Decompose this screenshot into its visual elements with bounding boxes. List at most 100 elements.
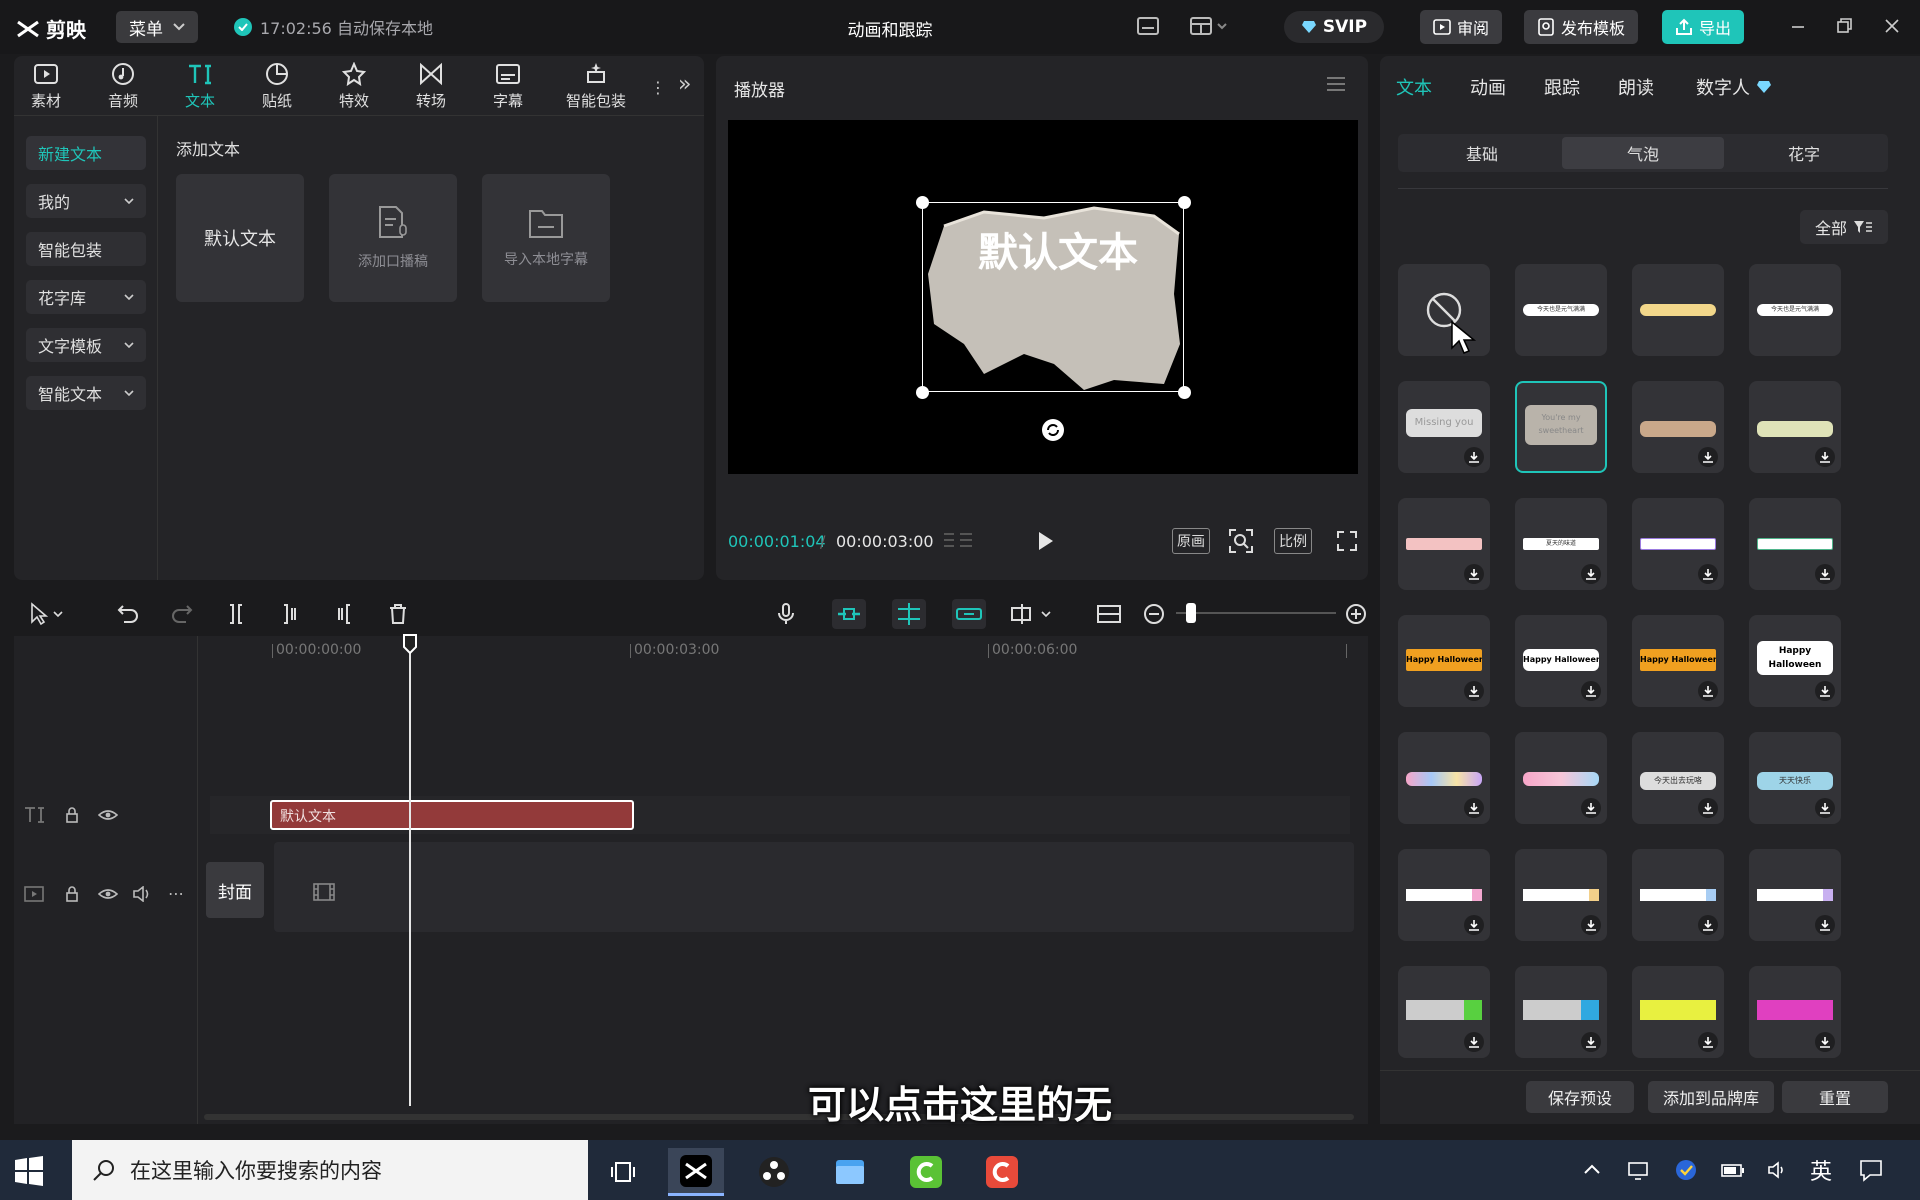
lock-icon[interactable]	[64, 885, 80, 903]
more-icon[interactable]: ⋯	[168, 884, 184, 903]
camtasia-taskbar-icon[interactable]	[898, 1148, 954, 1196]
tray-volume-icon[interactable]	[1766, 1158, 1790, 1182]
preview-axis-icon[interactable]	[1010, 602, 1054, 626]
bubble-item[interactable]	[1632, 264, 1724, 356]
layout-icon[interactable]	[1190, 15, 1227, 39]
reset-button[interactable]: 重置	[1782, 1081, 1888, 1113]
bubble-item[interactable]	[1398, 849, 1490, 941]
trim-left-icon[interactable]	[278, 602, 302, 626]
review-button[interactable]: 审阅	[1420, 10, 1502, 44]
segment-fancy[interactable]: 花字	[1723, 137, 1885, 169]
bubble-item[interactable]	[1398, 732, 1490, 824]
tab-tracking[interactable]: 跟踪	[1544, 74, 1580, 100]
timeline-thumbnail-icon[interactable]	[1096, 602, 1121, 626]
tab-animation[interactable]: 动画	[1470, 74, 1506, 100]
ratio-button[interactable]: 比例	[1274, 528, 1312, 554]
tab-text[interactable]: 文本	[1396, 74, 1432, 100]
menu-button[interactable]: 菜单	[116, 11, 198, 43]
svip-button[interactable]: SVIP	[1284, 11, 1384, 43]
file-explorer-taskbar-icon[interactable]	[822, 1148, 878, 1196]
minimize-icon[interactable]	[1788, 16, 1810, 38]
download-icon[interactable]	[1698, 681, 1718, 701]
bubble-item[interactable]: 今天出去玩咯	[1632, 732, 1724, 824]
volume-icon[interactable]	[132, 886, 152, 902]
bubble-item[interactable]: Happy Halloween	[1749, 615, 1841, 707]
download-icon[interactable]	[1815, 681, 1835, 701]
download-icon[interactable]	[1464, 681, 1484, 701]
download-icon[interactable]	[1698, 564, 1718, 584]
tab-caption[interactable]: 字幕	[476, 62, 540, 111]
bubble-item[interactable]	[1515, 966, 1607, 1058]
more-dots-icon[interactable]: ⋮	[650, 78, 666, 97]
sidebar-item-text-template[interactable]: 文字模板	[26, 328, 146, 362]
tab-transition[interactable]: 转场	[399, 62, 463, 111]
bubble-item[interactable]: Happy Halloween	[1515, 615, 1607, 707]
windows-start-icon[interactable]	[12, 1154, 46, 1188]
undo-icon[interactable]	[116, 602, 140, 626]
task-view-icon[interactable]	[596, 1148, 652, 1196]
download-icon[interactable]	[1581, 915, 1601, 935]
download-icon[interactable]	[1464, 1032, 1484, 1052]
tab-media[interactable]: 素材	[14, 62, 78, 111]
download-icon[interactable]	[1581, 798, 1601, 818]
zoom-in-icon[interactable]	[1344, 602, 1368, 626]
filter-button[interactable]: 全部	[1800, 210, 1888, 244]
video-track-lane[interactable]	[274, 842, 1354, 932]
download-icon[interactable]	[1464, 915, 1484, 935]
add-voiceover-tile[interactable]: 添加口播稿	[329, 174, 457, 302]
bubble-item[interactable]	[1632, 381, 1724, 473]
tray-display-icon[interactable]	[1626, 1158, 1650, 1182]
download-icon[interactable]	[1464, 447, 1484, 467]
bubble-item[interactable]: 夏天的味道	[1515, 498, 1607, 590]
download-icon[interactable]	[1464, 798, 1484, 818]
tab-audio[interactable]: 音频	[91, 62, 155, 111]
download-icon[interactable]	[1698, 915, 1718, 935]
tab-read-aloud[interactable]: 朗读	[1618, 74, 1654, 100]
player-menu-icon[interactable]	[1326, 76, 1346, 92]
download-icon[interactable]	[1581, 1032, 1601, 1052]
sidebar-item-smart-pack[interactable]: 智能包装	[26, 232, 146, 266]
bubble-item[interactable]: 今天也是元气满满	[1749, 264, 1841, 356]
bubble-item[interactable]: Happy Halloween	[1398, 615, 1490, 707]
download-icon[interactable]	[1698, 798, 1718, 818]
resize-handle[interactable]	[1178, 386, 1191, 399]
bubble-none[interactable]	[1398, 264, 1490, 356]
auto-snap-icon[interactable]	[892, 599, 926, 629]
zoom-slider-thumb[interactable]	[1186, 603, 1196, 623]
bubble-item[interactable]	[1749, 381, 1841, 473]
ime-indicator[interactable]: 英	[1810, 1154, 1832, 1186]
canvas-text[interactable]: 默认文本	[938, 230, 1178, 276]
restore-icon[interactable]	[1834, 16, 1856, 38]
tab-smart-pack[interactable]: 智能包装	[553, 62, 639, 111]
capcut-taskbar-icon[interactable]	[668, 1148, 724, 1196]
delete-icon[interactable]	[386, 602, 410, 626]
timeline-area[interactable]: 00:00:00:00 00:00:03:00 00:00:06:00 默认文本…	[14, 634, 1368, 1124]
download-icon[interactable]	[1815, 798, 1835, 818]
microphone-icon[interactable]	[774, 602, 798, 626]
expand-icon[interactable]: »	[678, 72, 691, 97]
bubble-item[interactable]	[1749, 498, 1841, 590]
close-icon[interactable]	[1882, 16, 1904, 38]
bubble-item[interactable]: Missing you	[1398, 381, 1490, 473]
resize-handle[interactable]	[916, 196, 929, 209]
text-clip[interactable]: 默认文本	[270, 800, 634, 830]
segment-bubble[interactable]: 气泡	[1562, 137, 1724, 169]
bubble-item[interactable]	[1398, 966, 1490, 1058]
resize-handle[interactable]	[1178, 196, 1191, 209]
bubble-item[interactable]	[1632, 966, 1724, 1058]
preview-canvas[interactable]: 默认文本	[728, 120, 1358, 474]
bubble-item[interactable]	[1749, 966, 1841, 1058]
rotate-handle-icon[interactable]	[1041, 418, 1065, 442]
sidebar-item-new-text[interactable]: 新建文本	[26, 136, 146, 170]
waveform-icon[interactable]	[942, 530, 974, 552]
bubble-item[interactable]: 天天快乐	[1749, 732, 1841, 824]
tab-digital-human[interactable]: 数字人	[1696, 74, 1772, 100]
bubble-item[interactable]	[1398, 498, 1490, 590]
bubble-item[interactable]	[1749, 849, 1841, 941]
default-text-tile[interactable]: 默认文本	[176, 174, 304, 302]
sidebar-item-smart-text[interactable]: 智能文本	[26, 376, 146, 410]
download-icon[interactable]	[1815, 564, 1835, 584]
select-tool-icon[interactable]	[28, 602, 68, 626]
resize-handle[interactable]	[916, 386, 929, 399]
eye-icon[interactable]	[98, 807, 118, 823]
